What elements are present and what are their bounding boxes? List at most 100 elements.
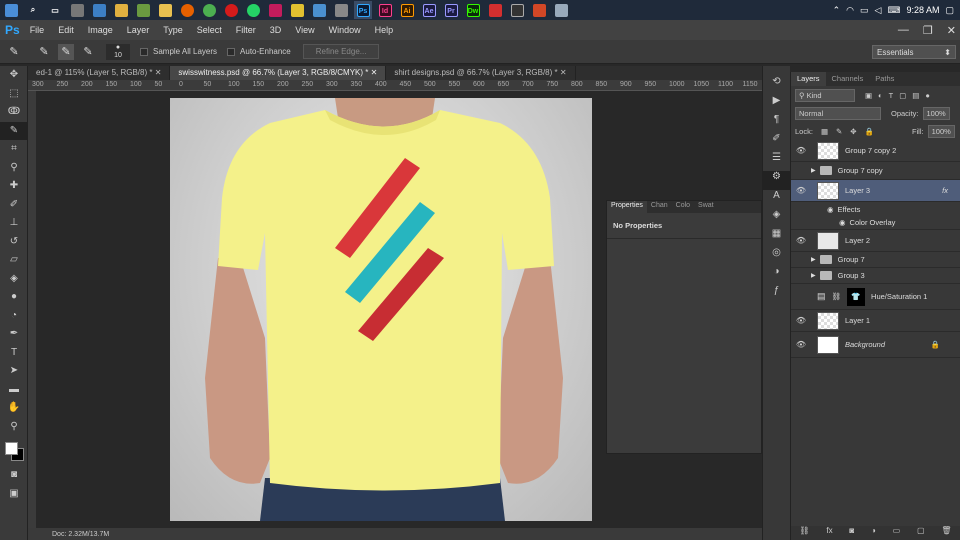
bulb-icon[interactable] <box>288 1 306 19</box>
menu-help[interactable]: Help <box>375 25 394 35</box>
effect-row[interactable]: ◉ Color Overlay <box>791 216 960 230</box>
taskbar-app-ai[interactable]: Ai <box>398 1 416 19</box>
blend-mode-select[interactable]: Normal <box>795 106 881 120</box>
pen-icon[interactable] <box>332 1 350 19</box>
eye-icon[interactable]: ◉ <box>839 218 846 227</box>
lock-icons[interactable]: ▦✎✥🔒 <box>821 127 882 136</box>
adjustments-icon[interactable]: ☰ <box>763 152 790 171</box>
layer-row[interactable]: 👁 Group 7 copy 2 <box>791 140 960 162</box>
layer-row[interactable]: 👁 Background 🔒 <box>791 332 960 358</box>
tab-channels[interactable]: Chan <box>647 201 672 213</box>
notifications-icon[interactable]: ▢ <box>945 5 954 16</box>
foreground-color[interactable] <box>5 442 18 455</box>
eye-icon[interactable]: 👁 <box>791 340 811 349</box>
chevron-up-icon[interactable]: ⌃ <box>833 5 841 16</box>
folder-icon[interactable] <box>156 1 174 19</box>
eraser-tool-icon[interactable]: ▱ <box>0 251 28 270</box>
close-icon[interactable]: ✕ <box>947 24 956 37</box>
doc-size[interactable]: Doc: 2.32M/13.7M <box>52 531 109 538</box>
layer-filter-icons[interactable]: ▣◐T▢▤● <box>865 91 936 100</box>
history-brush-icon[interactable]: ↺ <box>0 233 28 252</box>
path-selection-icon[interactable]: ➤ <box>0 362 28 381</box>
menu-file[interactable]: File <box>30 25 45 35</box>
sample-all-layers-checkbox[interactable] <box>140 47 148 56</box>
pen-tool-icon[interactable]: ✒ <box>0 325 28 344</box>
layer-row[interactable]: ▤ ⛓ 👕 Hue/Saturation 1 <box>791 284 960 310</box>
new-layer-icon[interactable]: ▢ <box>917 526 925 540</box>
workspace-select[interactable]: Essentials ⬍ <box>872 45 956 59</box>
brush-tool-icon[interactable]: ✐ <box>0 196 28 215</box>
paragraph-icon[interactable]: ¶ <box>763 114 790 133</box>
eyedropper-tool-icon[interactable]: ⚲ <box>0 159 28 178</box>
document-canvas[interactable] <box>170 98 592 521</box>
opera-icon[interactable] <box>222 1 240 19</box>
menu-window[interactable]: Window <box>329 25 361 35</box>
close-tab-icon[interactable]: ✕ <box>155 68 162 77</box>
acrobat-icon[interactable] <box>486 1 504 19</box>
taskbar-app-id[interactable]: Id <box>376 1 394 19</box>
color-swatches[interactable] <box>0 436 27 466</box>
layer-filter-select[interactable]: ⚲ Kind <box>795 88 855 102</box>
start-button[interactable] <box>2 1 20 19</box>
layer-row[interactable]: ▶ Group 3 <box>791 268 960 284</box>
link-layers-icon[interactable]: ⛓ <box>799 526 809 540</box>
fill-input[interactable]: 100% <box>927 124 955 138</box>
clone-stamp-icon[interactable]: ⊥ <box>0 214 28 233</box>
navigator-icon[interactable]: ◑ <box>763 266 790 285</box>
chevron-right-icon[interactable]: ▶ <box>811 272 816 279</box>
dodge-tool-icon[interactable]: ◔ <box>0 307 28 326</box>
character-icon[interactable]: A <box>763 190 790 209</box>
eye-icon[interactable]: 👁 <box>791 186 811 195</box>
taskbar-app-ps[interactable]: Ps <box>354 1 372 19</box>
layer-row[interactable]: ▶ Group 7 <box>791 252 960 268</box>
whatsapp-icon[interactable] <box>244 1 262 19</box>
paint-bucket-icon[interactable]: ◈ <box>0 270 28 289</box>
chevron-right-icon[interactable]: ▶ <box>811 167 816 174</box>
tab-layers[interactable]: Layers <box>791 72 826 86</box>
paint-icon[interactable] <box>112 1 130 19</box>
powerpoint-icon[interactable] <box>530 1 548 19</box>
taskbar-app-pr[interactable]: Pr <box>442 1 460 19</box>
grid-icon[interactable]: ▦ <box>763 228 790 247</box>
clock[interactable]: 9:28 AM <box>906 5 939 15</box>
menu-edit[interactable]: Edit <box>58 25 74 35</box>
eye-icon[interactable]: 👁 <box>791 146 811 155</box>
keyboard-icon[interactable]: ⌨ <box>887 5 900 16</box>
quick-selection-tool-icon[interactable]: ✎ <box>0 121 28 140</box>
layer-row[interactable]: ▶ Group 7 copy <box>791 162 960 180</box>
box-icon[interactable] <box>310 1 328 19</box>
task-view-icon[interactable]: ▭ <box>46 1 64 19</box>
menu-type[interactable]: Type <box>163 25 183 35</box>
subtract-selection-icon[interactable]: ✎ <box>80 44 96 60</box>
add-selection-icon[interactable]: ✎ <box>58 43 74 60</box>
3d-icon[interactable]: ◈ <box>763 209 790 228</box>
restore-icon[interactable]: ❐ <box>923 24 933 37</box>
tab-paths[interactable]: Paths <box>869 72 900 86</box>
effects-row[interactable]: ◉ Effects <box>791 202 960 216</box>
menu-image[interactable]: Image <box>88 25 113 35</box>
battery-icon[interactable]: ▭ <box>860 5 869 16</box>
new-selection-icon[interactable]: ✎ <box>36 44 52 60</box>
menu-layer[interactable]: Layer <box>127 25 150 35</box>
tab-properties[interactable]: Properties <box>607 201 647 213</box>
tab-swatches[interactable]: Swat <box>694 201 718 213</box>
document-tab[interactable]: shirt designs.psd @ 66.7% (Layer 3, RGB/… <box>386 66 576 80</box>
refine-edge-button[interactable]: Refine Edge... <box>302 44 380 59</box>
brush-size-picker[interactable]: ● 10 <box>106 43 130 60</box>
move-tool-icon[interactable]: ✥ <box>0 66 28 85</box>
tab-channels[interactable]: Channels <box>826 72 870 86</box>
firefox-icon[interactable] <box>178 1 196 19</box>
new-adjustment-icon[interactable]: ◑ <box>871 526 876 540</box>
menu-select[interactable]: Select <box>197 25 222 35</box>
marquee-tool-icon[interactable]: ⬚ <box>0 85 28 104</box>
add-mask-icon[interactable]: ◙ <box>849 526 854 540</box>
libraries-icon[interactable]: ◎ <box>763 247 790 266</box>
menu-view[interactable]: View <box>295 25 314 35</box>
fx-icon[interactable]: ƒ <box>763 285 790 304</box>
minimize-icon[interactable]: — <box>898 24 909 36</box>
app-icon[interactable] <box>266 1 284 19</box>
styles-icon[interactable]: ⚙ <box>763 171 790 190</box>
chrome-icon[interactable] <box>200 1 218 19</box>
shape-tool-icon[interactable]: ▬ <box>0 381 28 400</box>
chevron-right-icon[interactable]: ▶ <box>811 256 816 263</box>
